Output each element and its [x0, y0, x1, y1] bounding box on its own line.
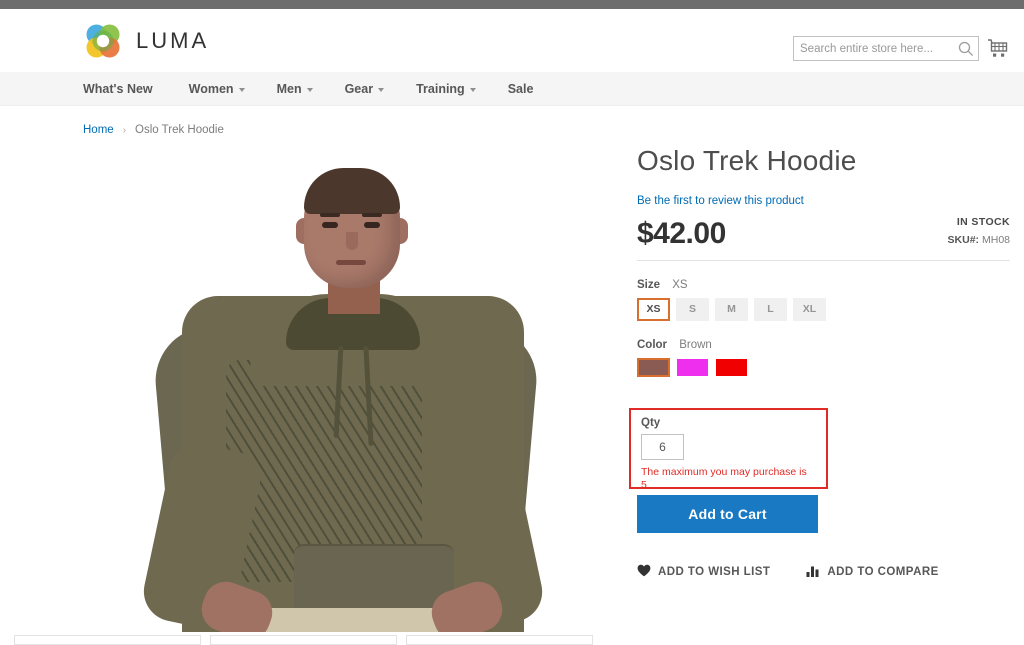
- nav-item-women[interactable]: Women: [189, 82, 263, 96]
- sku-value: MH08: [981, 233, 1010, 246]
- add-to-wish-list-link[interactable]: ADD TO WISH LIST: [637, 564, 770, 580]
- nav-item-label: Gear: [344, 82, 374, 96]
- gallery-thumbnail[interactable]: [406, 635, 593, 645]
- top-accent-bar: [0, 0, 1024, 9]
- color-option-red[interactable]: [715, 357, 748, 377]
- product-info-panel: Oslo Trek Hoodie Be the first to review …: [629, 145, 1010, 578]
- model-left-eye: [322, 222, 338, 228]
- size-option-group: Size XS XS S M L XL: [637, 279, 1010, 321]
- model-nose: [346, 232, 358, 250]
- nav-item-men[interactable]: Men: [277, 82, 331, 96]
- product-action-links: ADD TO WISH LIST ADD TO COMPARE: [637, 564, 975, 580]
- chevron-down-icon: [306, 88, 313, 92]
- color-option-brown[interactable]: [637, 357, 670, 377]
- wish-list-label: ADD TO WISH LIST: [658, 566, 771, 578]
- size-selected-value: XS: [672, 278, 688, 291]
- size-option-xs[interactable]: XS: [637, 297, 670, 321]
- logo-wordmark: LUMA: [136, 28, 210, 53]
- site-logo[interactable]: LUMA: [83, 21, 209, 61]
- quantity-error-message: The maximum you may purchase is 5.: [641, 466, 807, 491]
- nav-item-gear[interactable]: Gear: [345, 82, 403, 96]
- quantity-input[interactable]: [641, 434, 684, 460]
- gallery-thumbnail[interactable]: [14, 635, 201, 645]
- breadcrumb-current: Oslo Trek Hoodie: [135, 124, 224, 136]
- chevron-down-icon: [469, 88, 476, 92]
- nav-item-label: Training: [416, 82, 465, 96]
- main-navigation: What's New Women Men Gear Training Sale: [83, 72, 565, 106]
- color-label-row: Color Brown: [637, 339, 1010, 351]
- size-swatch-list: XS S M L XL: [637, 297, 1010, 321]
- nav-item-label: Women: [188, 82, 234, 96]
- nav-item-training[interactable]: Training: [416, 82, 494, 96]
- product-main-image[interactable]: [14, 146, 612, 632]
- color-option-group: Color Brown: [637, 339, 1010, 377]
- model-left-eyebrow: [320, 213, 340, 217]
- size-option-xl[interactable]: XL: [793, 297, 826, 321]
- product-price: $42.00: [637, 216, 726, 250]
- nav-item-label: Men: [276, 82, 302, 96]
- breadcrumb-home-link[interactable]: Home: [83, 124, 114, 136]
- color-option-purple[interactable]: [676, 357, 709, 377]
- main-navigation-bar: What's New Women Men Gear Training Sale: [0, 72, 1024, 106]
- page-title: Oslo Trek Hoodie: [637, 145, 857, 176]
- shopping-cart-icon[interactable]: [986, 37, 1010, 61]
- chevron-down-icon: [378, 88, 385, 92]
- sku-label: SKU#:: [947, 233, 980, 246]
- site-header: LUMA: [0, 9, 1024, 72]
- gallery-thumbnail[interactable]: [210, 635, 397, 645]
- stock-info: IN STOCK SKU#: MH08: [948, 216, 1010, 251]
- product-gallery[interactable]: [14, 146, 612, 632]
- price-stock-row: $42.00 IN STOCK SKU#: MH08: [637, 216, 1010, 261]
- add-to-cart-button[interactable]: Add to Cart: [637, 495, 818, 533]
- quantity-label: Qty: [641, 417, 661, 429]
- status-badge: IN STOCK: [956, 215, 1010, 228]
- size-option-m[interactable]: M: [715, 297, 748, 321]
- add-to-compare-link[interactable]: ADD TO COMPARE: [806, 565, 938, 580]
- color-swatch-list: [637, 357, 1010, 377]
- breadcrumb-separator-icon: ›: [122, 124, 127, 136]
- model-right-eye: [364, 222, 380, 228]
- model-hair: [304, 168, 400, 214]
- compare-label: ADD TO COMPARE: [827, 566, 939, 578]
- breadcrumb: Home › Oslo Trek Hoodie: [83, 124, 224, 136]
- size-option-s[interactable]: S: [676, 297, 709, 321]
- luma-flower-logo-icon: [83, 21, 123, 61]
- search-box[interactable]: [793, 36, 979, 61]
- write-review-link[interactable]: Be the first to review this product: [637, 195, 804, 207]
- nav-item-label: What's New: [83, 82, 153, 96]
- color-selected-value: Brown: [679, 338, 712, 351]
- bar-chart-icon: [806, 565, 820, 580]
- size-label-row: Size XS: [637, 279, 1010, 291]
- color-label: Color: [637, 338, 668, 351]
- nav-item-sale[interactable]: Sale: [508, 82, 552, 96]
- quantity-field-group: Qty The maximum you may purchase is 5.: [629, 408, 828, 491]
- size-label: Size: [637, 278, 661, 291]
- model-right-eyebrow: [362, 213, 382, 217]
- sku-line: SKU#: MH08: [948, 234, 1010, 246]
- chevron-down-icon: [238, 88, 245, 92]
- size-option-l[interactable]: L: [754, 297, 787, 321]
- model-mouth: [336, 260, 366, 265]
- search-input[interactable]: [794, 37, 944, 60]
- gallery-thumbnail-strip[interactable]: [14, 635, 612, 645]
- heart-icon: [637, 564, 651, 580]
- nav-item-whats-new[interactable]: What's New: [83, 82, 171, 96]
- search-icon[interactable]: [957, 40, 975, 58]
- hoodie-kangaroo-pocket: [294, 544, 454, 618]
- nav-item-label: Sale: [507, 82, 534, 96]
